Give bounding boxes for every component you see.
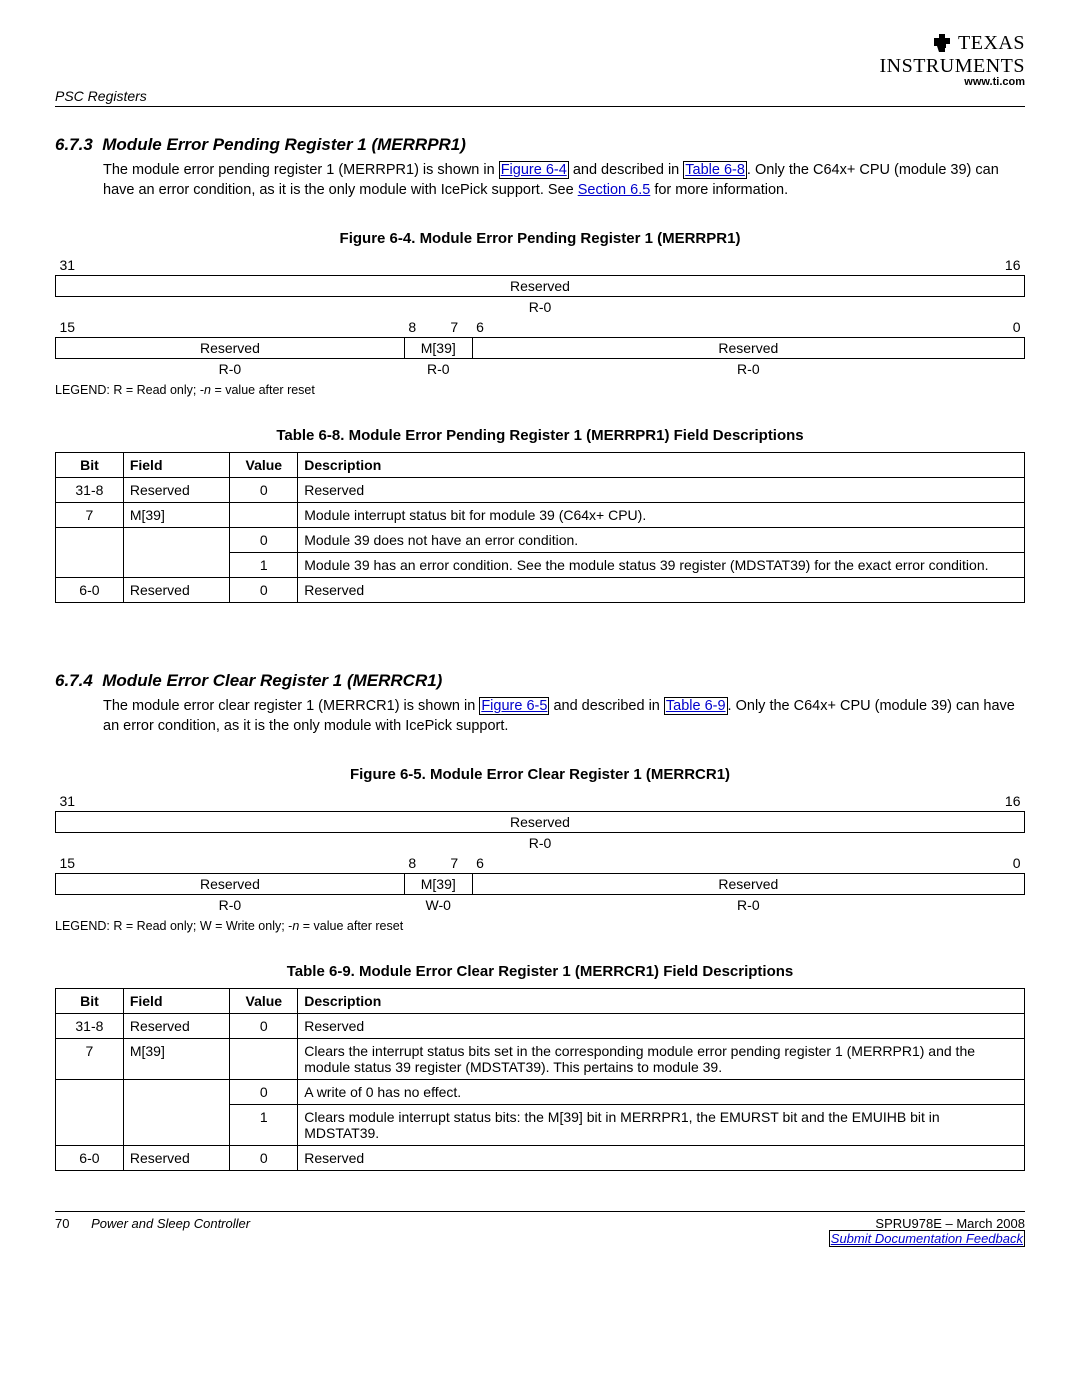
- figure-6-4-legend: LEGEND: R = Read only; -n = value after …: [55, 383, 1025, 397]
- table-6-8-caption: Table 6-8. Module Error Pending Register…: [55, 427, 1025, 444]
- link-table-6-9[interactable]: Table 6-9: [664, 697, 728, 715]
- table-row: 1 Module 39 has an error condition. See …: [56, 553, 1025, 578]
- ti-logo: TEXAS INSTRUMENTS www.ti.com: [879, 30, 1025, 88]
- figure-6-4-bitfield: 31 16 Reserved R-0 15 87 6 0 Reserved M[…: [55, 255, 1025, 379]
- table-6-9: Bit Field Value Description 31-8 Reserve…: [55, 988, 1025, 1171]
- section-673-paragraph: The module error pending register 1 (MER…: [103, 161, 1025, 200]
- link-figure-6-5[interactable]: Figure 6-5: [479, 697, 549, 715]
- footer-doc-title: Power and Sleep Controller: [91, 1216, 250, 1231]
- table-row: 6-0 Reserved 0 Reserved: [56, 1146, 1025, 1171]
- ti-chip-icon: [932, 32, 956, 58]
- table-6-8: Bit Field Value Description 31-8 Reserve…: [55, 452, 1025, 603]
- page-number: 70: [55, 1216, 69, 1231]
- link-figure-6-4[interactable]: Figure 6-4: [499, 161, 569, 179]
- table-row: 31-8 Reserved 0 Reserved: [56, 1014, 1025, 1039]
- section-title: Module Error Clear Register 1 (MERRCR1): [102, 671, 442, 690]
- section-number: 6.7.4: [55, 671, 93, 690]
- section-number: 6.7.3: [55, 135, 93, 154]
- footer-doc-id: SPRU978E – March 2008: [829, 1216, 1025, 1231]
- table-row: 7 M[39] Clears the interrupt status bits…: [56, 1039, 1025, 1080]
- figure-6-5-bitfield: 31 16 Reserved R-0 15 87 6 0 Reserved M[…: [55, 791, 1025, 915]
- link-table-6-8[interactable]: Table 6-8: [683, 161, 747, 179]
- link-section-6-5[interactable]: Section 6.5: [578, 182, 651, 198]
- logo-texas: TEXAS: [958, 33, 1025, 53]
- figure-6-5-caption: Figure 6-5. Module Error Clear Register …: [55, 766, 1025, 783]
- figure-6-4-caption: Figure 6-4. Module Error Pending Registe…: [55, 230, 1025, 247]
- figure-6-5-legend: LEGEND: R = Read only; W = Write only; -…: [55, 919, 1025, 933]
- section-title: Module Error Pending Register 1 (MERRPR1…: [102, 135, 466, 154]
- link-submit-feedback[interactable]: Submit Documentation Feedback: [829, 1230, 1025, 1247]
- page-footer: 70 Power and Sleep Controller SPRU978E –…: [55, 1211, 1025, 1246]
- table-row: 0 Module 39 does not have an error condi…: [56, 528, 1025, 553]
- table-row: 0 A write of 0 has no effect.: [56, 1080, 1025, 1105]
- table-6-9-caption: Table 6-9. Module Error Clear Register 1…: [55, 963, 1025, 980]
- table-row: 1 Clears module interrupt status bits: t…: [56, 1105, 1025, 1146]
- header-section-label: PSC Registers: [55, 88, 147, 104]
- table-row: 6-0 Reserved 0 Reserved: [56, 578, 1025, 603]
- section-673-heading: 6.7.3 Module Error Pending Register 1 (M…: [55, 135, 1025, 155]
- table-row: 7 M[39] Module interrupt status bit for …: [56, 503, 1025, 528]
- table-row: 31-8 Reserved 0 Reserved: [56, 478, 1025, 503]
- logo-url: www.ti.com: [879, 77, 1025, 88]
- section-674-heading: 6.7.4 Module Error Clear Register 1 (MER…: [55, 671, 1025, 691]
- logo-instruments: INSTRUMENTS: [879, 56, 1025, 76]
- section-674-paragraph: The module error clear register 1 (MERRC…: [103, 697, 1025, 736]
